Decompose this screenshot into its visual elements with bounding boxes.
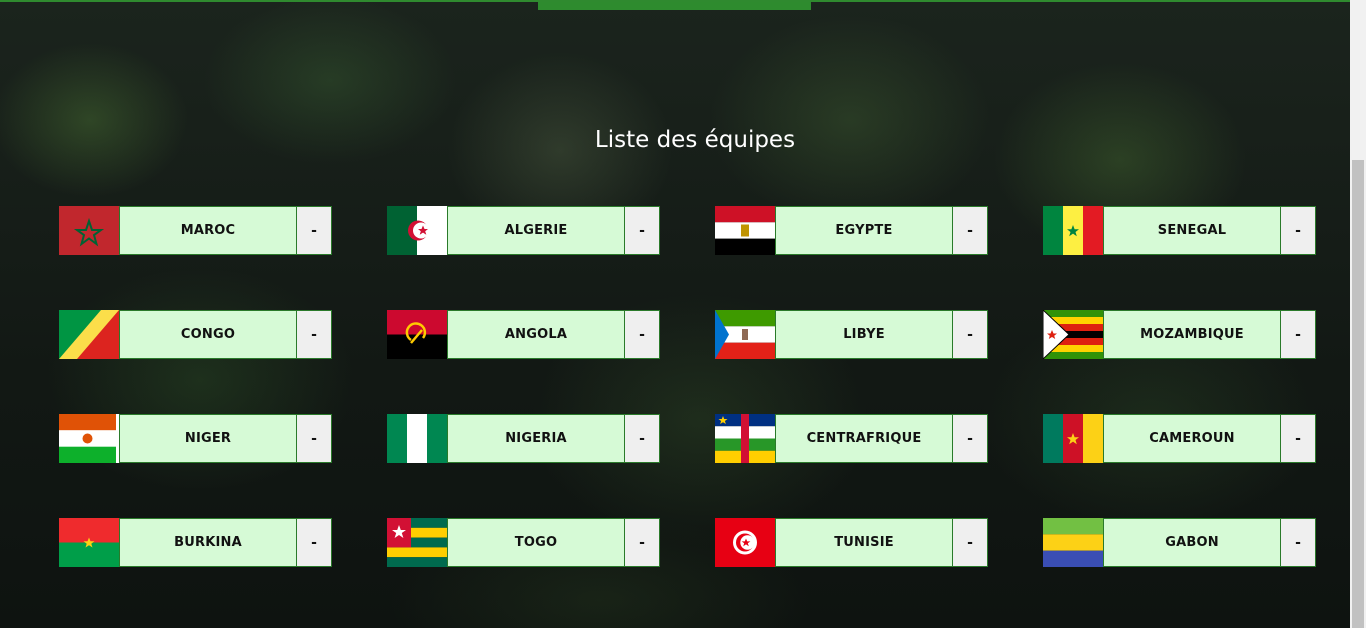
team-card[interactable]: CAMEROUN - — [1043, 414, 1316, 463]
team-card[interactable]: MOZAMBIQUE - — [1043, 310, 1316, 359]
team-name: ALGERIE — [447, 206, 624, 255]
zimbabwe-flag-icon — [1043, 310, 1103, 359]
team-score: - — [624, 310, 660, 359]
team-name: BURKINA — [119, 518, 296, 567]
scrollbar-thumb[interactable] — [1352, 160, 1364, 628]
team-card[interactable]: GABON - — [1043, 518, 1316, 567]
team-card[interactable]: EGYPTE - — [715, 206, 988, 255]
active-tab-indicator — [538, 2, 811, 10]
team-name: GABON — [1103, 518, 1280, 567]
team-score: - — [624, 414, 660, 463]
tunisia-flag-icon — [715, 518, 775, 567]
team-score: - — [952, 414, 988, 463]
team-name: NIGER — [119, 414, 296, 463]
team-score: - — [296, 518, 332, 567]
team-name: LIBYE — [775, 310, 952, 359]
niger-flag-icon — [59, 414, 119, 463]
team-card[interactable]: NIGER - — [59, 414, 332, 463]
team-card[interactable]: SENEGAL - — [1043, 206, 1316, 255]
burkina-faso-flag-icon — [59, 518, 119, 567]
team-card[interactable]: BURKINA - — [59, 518, 332, 567]
team-name: EGYPTE — [775, 206, 952, 255]
team-card[interactable]: CENTRAFRIQUE - — [715, 414, 988, 463]
team-score: - — [1280, 310, 1316, 359]
team-name: NIGERIA — [447, 414, 624, 463]
team-score: - — [296, 414, 332, 463]
egypt-flag-icon — [715, 206, 775, 255]
team-score: - — [624, 206, 660, 255]
team-name: MAROC — [119, 206, 296, 255]
team-card[interactable]: LIBYE - — [715, 310, 988, 359]
algeria-flag-icon — [387, 206, 447, 255]
team-name: ANGOLA — [447, 310, 624, 359]
team-card[interactable]: CONGO - — [59, 310, 332, 359]
cameroon-flag-icon — [1043, 414, 1103, 463]
team-name: SENEGAL — [1103, 206, 1280, 255]
team-name: MOZAMBIQUE — [1103, 310, 1280, 359]
morocco-flag-icon — [59, 206, 119, 255]
congo-flag-icon — [59, 310, 119, 359]
team-score: - — [624, 518, 660, 567]
gabon-flag-icon — [1043, 518, 1103, 567]
team-name: CAMEROUN — [1103, 414, 1280, 463]
team-score: - — [296, 206, 332, 255]
team-card[interactable]: ALGERIE - — [387, 206, 660, 255]
team-score: - — [952, 206, 988, 255]
team-score: - — [1280, 518, 1316, 567]
team-card[interactable]: TUNISIE - — [715, 518, 988, 567]
page-title: Liste des équipes — [594, 127, 796, 154]
team-card[interactable]: MAROC - — [59, 206, 332, 255]
equatorial-guinea-flag-icon — [715, 310, 775, 359]
team-score: - — [296, 310, 332, 359]
team-name: CENTRAFRIQUE — [775, 414, 952, 463]
team-card[interactable]: NIGERIA - — [387, 414, 660, 463]
team-score: - — [1280, 206, 1316, 255]
team-name: TOGO — [447, 518, 624, 567]
team-card[interactable]: ANGOLA - — [387, 310, 660, 359]
togo-flag-icon — [387, 518, 447, 567]
senegal-flag-icon — [1043, 206, 1103, 255]
team-name: CONGO — [119, 310, 296, 359]
nigeria-flag-icon — [387, 414, 447, 463]
team-score: - — [1280, 414, 1316, 463]
team-score: - — [952, 310, 988, 359]
team-score: - — [952, 518, 988, 567]
team-card[interactable]: TOGO - — [387, 518, 660, 567]
central-african-republic-flag-icon — [715, 414, 775, 463]
team-name: TUNISIE — [775, 518, 952, 567]
angola-flag-icon — [387, 310, 447, 359]
